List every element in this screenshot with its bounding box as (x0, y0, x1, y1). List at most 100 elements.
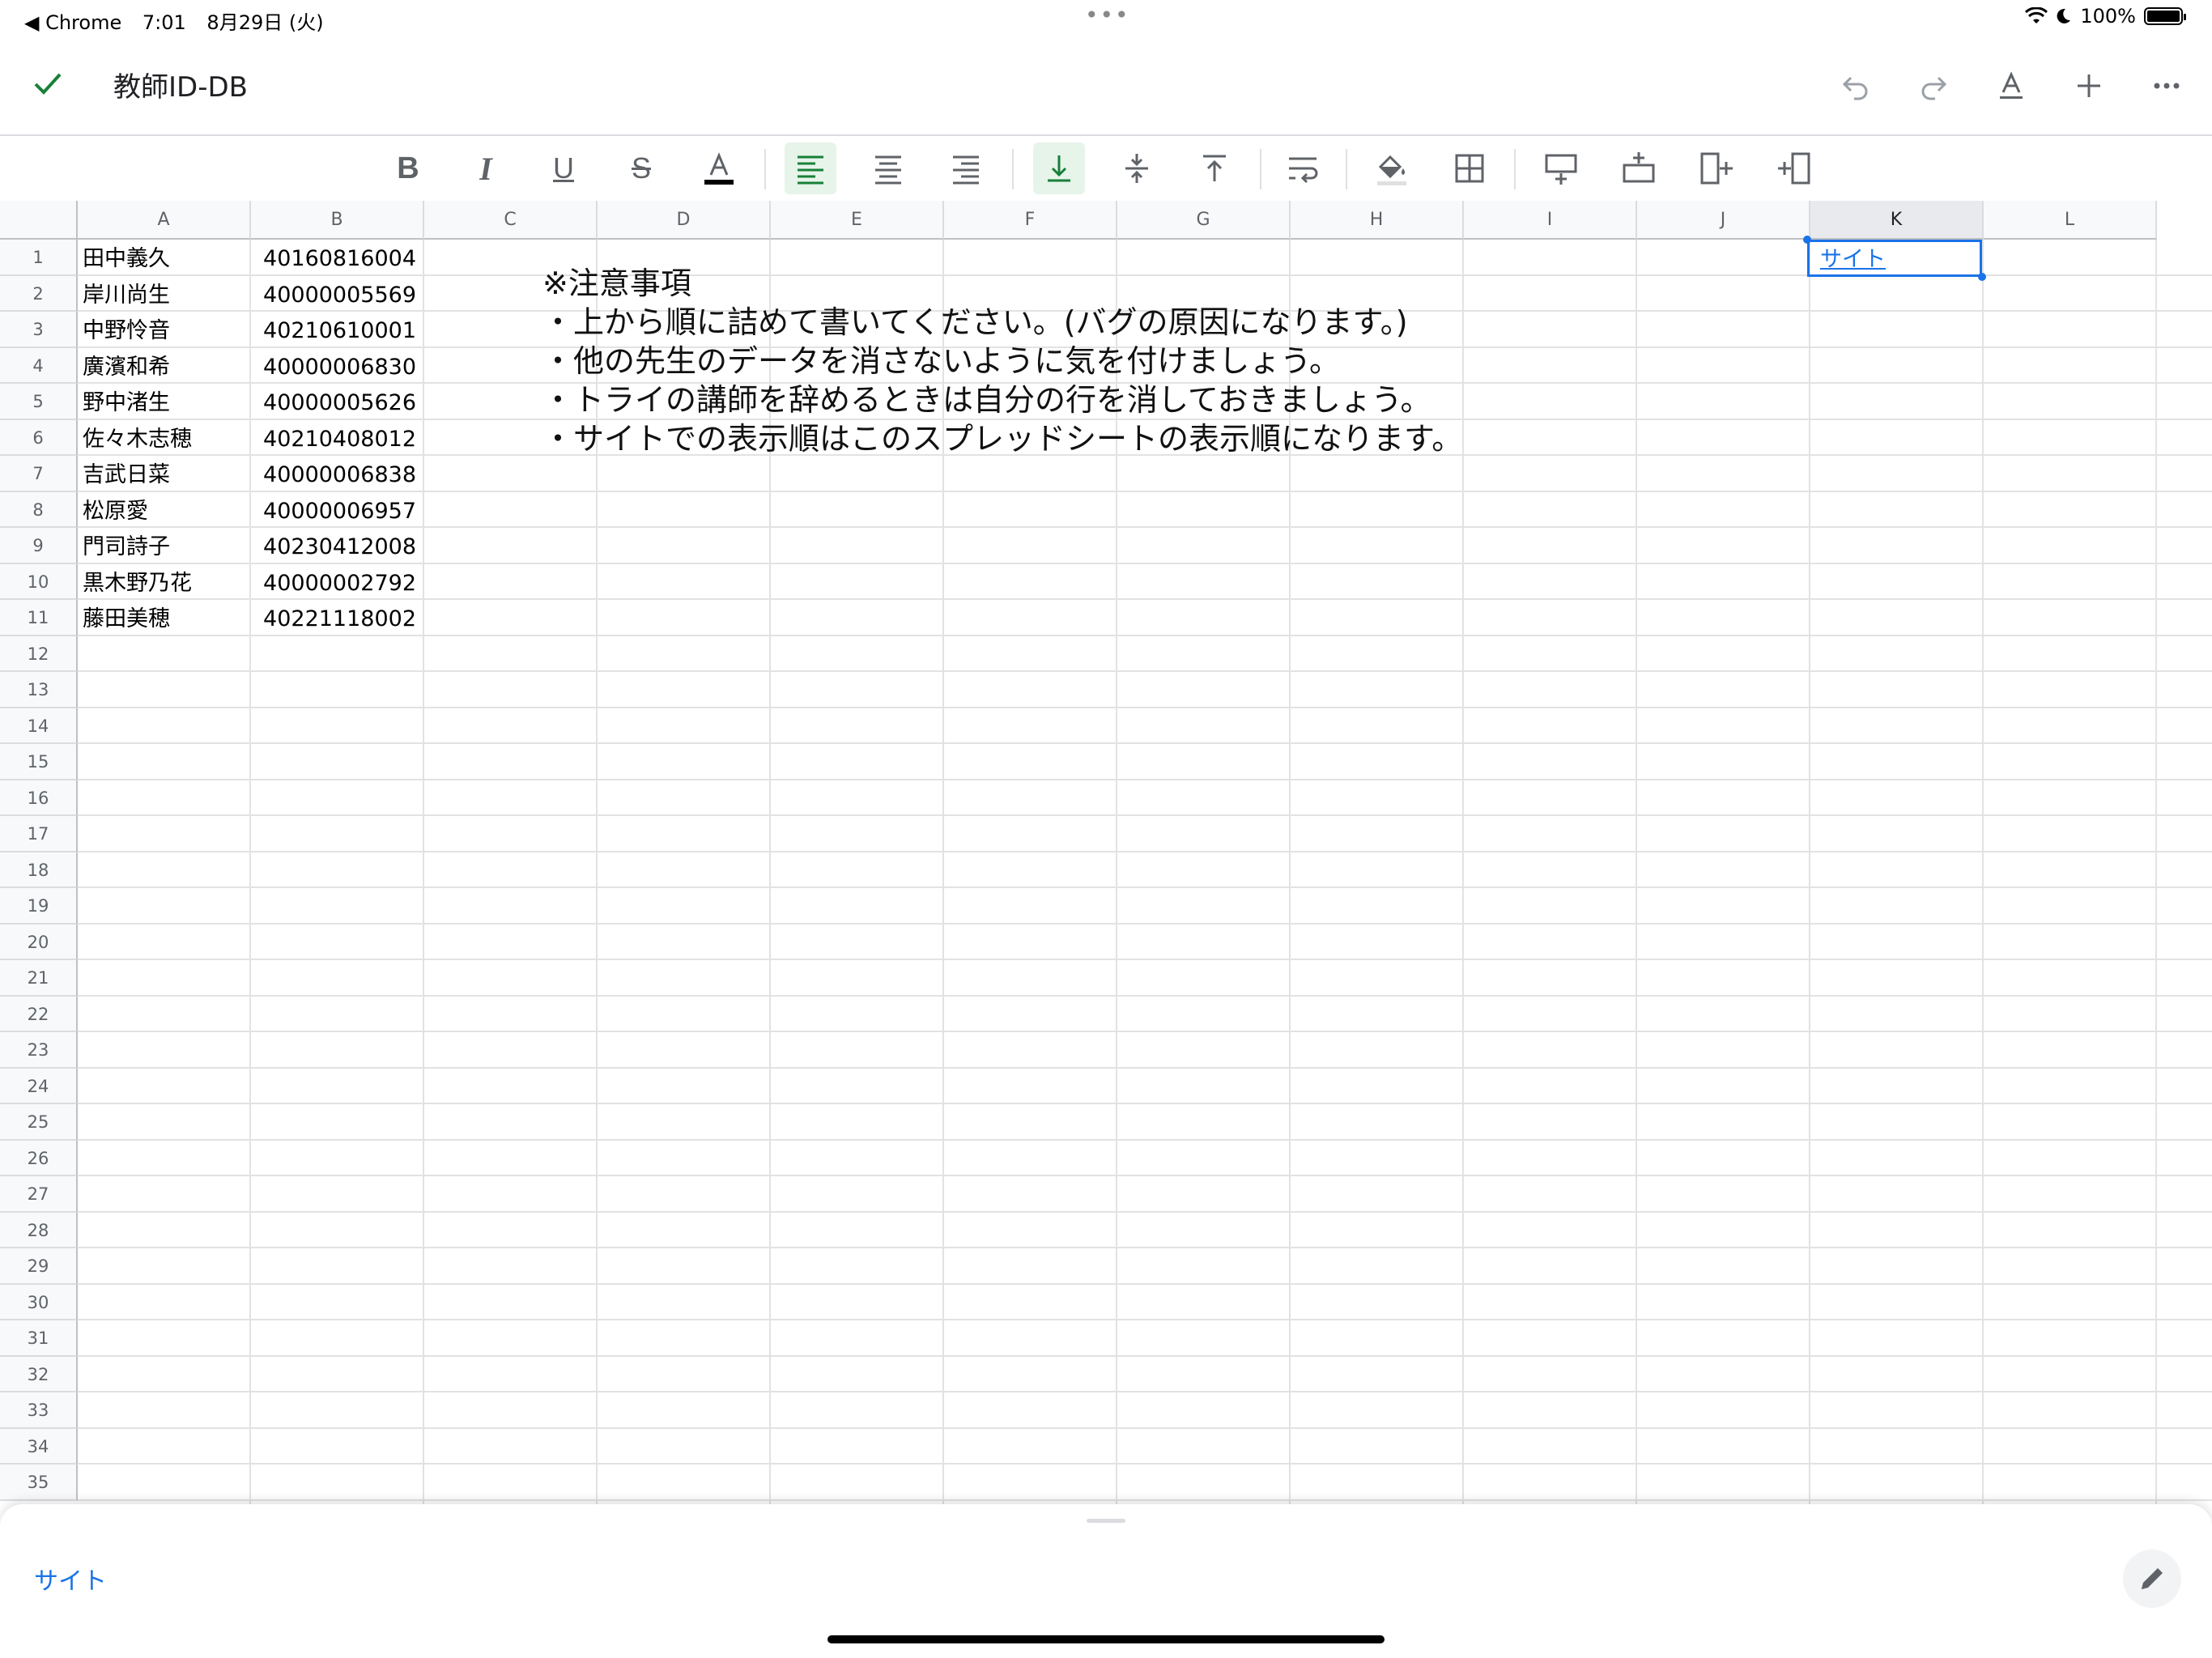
cell-teacher-id[interactable]: 40210610001 (251, 312, 416, 348)
cell-name[interactable]: 佐々木志穂 (83, 420, 192, 457)
row-header-5[interactable]: 5 (0, 384, 78, 420)
column-header-c[interactable]: C (424, 201, 598, 240)
row-header-11[interactable]: 11 (0, 600, 78, 636)
row-header-4[interactable]: 4 (0, 347, 78, 384)
vertical-align-bottom-icon[interactable] (1033, 142, 1085, 194)
row-header-15[interactable]: 15 (0, 744, 78, 780)
cell-name[interactable]: 中野怜音 (83, 312, 170, 348)
notes-block[interactable]: ※注意事項 ・上から順に詰めて書いてください。(バグの原因になります。) ・他の… (542, 264, 1462, 458)
column-header-b[interactable]: B (251, 201, 424, 240)
more-options-icon[interactable] (2142, 62, 2191, 110)
select-all-corner[interactable] (0, 201, 78, 240)
row-header-2[interactable]: 2 (0, 275, 78, 312)
cell-name[interactable]: 松原愛 (83, 492, 148, 529)
row-header-17[interactable]: 17 (0, 816, 78, 852)
row-header-29[interactable]: 29 (0, 1248, 78, 1285)
selection-handle-top[interactable] (1803, 236, 1811, 244)
cell-name[interactable]: 廣濱和希 (83, 348, 170, 385)
row-header-18[interactable]: 18 (0, 852, 78, 888)
column-header-i[interactable]: I (1464, 201, 1637, 240)
borders-icon[interactable] (1444, 142, 1495, 194)
row-header-30[interactable]: 30 (0, 1284, 78, 1320)
column-header-h[interactable]: H (1291, 201, 1464, 240)
row-header-27[interactable]: 27 (0, 1176, 78, 1213)
insert-column-left-icon[interactable] (1691, 142, 1742, 194)
row-header-20[interactable]: 20 (0, 924, 78, 960)
text-wrap-icon[interactable] (1278, 142, 1329, 194)
row-header-35[interactable]: 35 (0, 1465, 78, 1501)
row-header-24[interactable]: 24 (0, 1068, 78, 1104)
row-header-21[interactable]: 21 (0, 960, 78, 997)
column-header-a[interactable]: A (78, 201, 251, 240)
row-header-22[interactable]: 22 (0, 996, 78, 1032)
row-header-8[interactable]: 8 (0, 491, 78, 528)
cell-teacher-id[interactable]: 40000005569 (251, 276, 416, 312)
vertical-align-middle-icon[interactable] (1111, 142, 1163, 194)
row-header-14[interactable]: 14 (0, 708, 78, 744)
strikethrough-icon[interactable]: S (615, 142, 667, 194)
selection-handle-bottom[interactable] (1978, 273, 1986, 281)
fill-color-icon[interactable] (1366, 142, 1418, 194)
row-header-9[interactable]: 9 (0, 528, 78, 564)
row-header-13[interactable]: 13 (0, 672, 78, 708)
column-header-g[interactable]: G (1117, 201, 1291, 240)
row-header-19[interactable]: 19 (0, 888, 78, 925)
cell-teacher-id[interactable]: 40000005626 (251, 384, 416, 420)
column-header-k[interactable]: K (1810, 201, 1984, 240)
cell-name[interactable]: 藤田美穂 (83, 600, 170, 636)
align-center-icon[interactable] (862, 142, 914, 194)
row-header-16[interactable]: 16 (0, 780, 78, 816)
column-header-d[interactable]: D (598, 201, 771, 240)
insert-column-right-icon[interactable] (1768, 142, 1820, 194)
cell-name[interactable]: 門司詩子 (83, 528, 170, 564)
row-header-1[interactable]: 1 (0, 240, 78, 276)
bold-icon[interactable]: B (382, 142, 434, 194)
cell-teacher-id[interactable]: 40230412008 (251, 528, 416, 564)
cell-teacher-id[interactable]: 40210408012 (251, 420, 416, 457)
row-header-33[interactable]: 33 (0, 1392, 78, 1429)
cell-teacher-id[interactable]: 40000002792 (251, 564, 416, 601)
undo-icon[interactable] (1831, 62, 1880, 110)
align-left-icon[interactable] (785, 142, 836, 194)
cell-name[interactable]: 岸川尚生 (83, 276, 170, 312)
home-indicator[interactable] (827, 1635, 1385, 1643)
cell-teacher-id[interactable]: 40000006957 (251, 492, 416, 529)
cell-name[interactable]: 黒木野乃花 (83, 564, 192, 601)
row-header-25[interactable]: 25 (0, 1104, 78, 1141)
spreadsheet-grid[interactable]: ABCDEFGHIJKL 1 2 3 4 5 6 7 8 9 10 11 12 13 14 15 16 17 18… (0, 201, 2212, 1504)
column-header-j[interactable]: J (1637, 201, 1810, 240)
cell-teacher-id[interactable]: 40221118002 (251, 600, 416, 636)
column-header-f[interactable]: F (944, 201, 1117, 240)
row-header-34[interactable]: 34 (0, 1428, 78, 1465)
document-title[interactable]: 教師ID-DB (113, 65, 248, 104)
cell-name[interactable]: 吉武日菜 (83, 456, 170, 492)
edit-pencil-icon[interactable] (2123, 1550, 2181, 1608)
row-header-31[interactable]: 31 (0, 1320, 78, 1357)
text-color-icon[interactable] (693, 142, 745, 194)
back-to-app[interactable]: ◀ Chrome (24, 11, 121, 34)
italic-icon[interactable]: I (460, 142, 512, 194)
insert-row-below-icon[interactable] (1613, 142, 1665, 194)
cell-teacher-id[interactable]: 40160816004 (251, 240, 416, 276)
row-header-7[interactable]: 7 (0, 456, 78, 492)
row-header-10[interactable]: 10 (0, 563, 78, 600)
cell-name[interactable]: 野中渚生 (83, 384, 170, 420)
row-header-28[interactable]: 28 (0, 1212, 78, 1248)
link-preview-text[interactable]: サイト (34, 1561, 107, 1596)
cell-teacher-id[interactable]: 40000006838 (251, 456, 416, 492)
add-icon[interactable] (2065, 62, 2113, 110)
align-right-icon[interactable] (940, 142, 992, 194)
row-header-12[interactable]: 12 (0, 636, 78, 672)
vertical-align-top-icon[interactable] (1189, 142, 1240, 194)
panel-drag-handle[interactable] (1087, 1519, 1125, 1523)
row-header-23[interactable]: 23 (0, 1032, 78, 1069)
multitasking-dots-icon[interactable]: ••• (1085, 2, 1130, 28)
redo-icon[interactable] (1909, 62, 1958, 110)
column-header-e[interactable]: E (771, 201, 944, 240)
row-header-32[interactable]: 32 (0, 1356, 78, 1392)
cell-name[interactable]: 田中義久 (83, 240, 170, 276)
row-header-26[interactable]: 26 (0, 1140, 78, 1176)
row-header-6[interactable]: 6 (0, 419, 78, 456)
cell-teacher-id[interactable]: 40000006830 (251, 348, 416, 385)
text-format-icon[interactable] (1987, 62, 2035, 110)
